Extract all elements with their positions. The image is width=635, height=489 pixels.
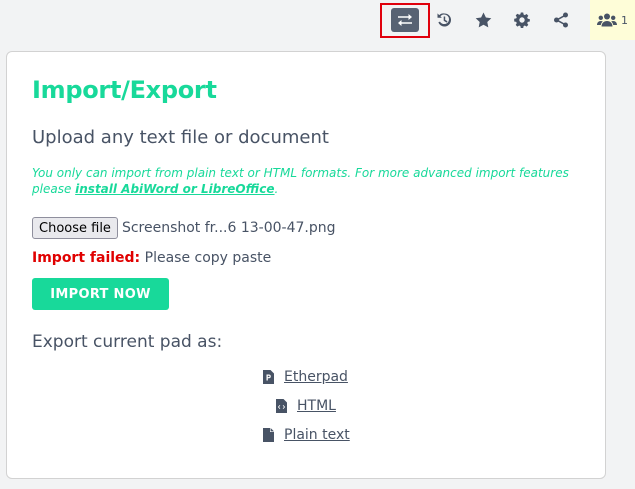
export-plain-text[interactable]: Plain text	[263, 427, 350, 443]
toolbar: 1	[0, 0, 635, 42]
import-failed-message: Please copy paste	[144, 250, 272, 266]
selected-file-name: Screenshot fr...6 13-00-47.png	[121, 220, 336, 236]
star-button[interactable]	[469, 6, 497, 34]
user-count: 1	[621, 13, 628, 27]
panel-title: Import/Export	[32, 76, 217, 104]
file-input: Choose file Screenshot fr...6 13-00-47.p…	[32, 217, 336, 239]
choose-file-button[interactable]: Choose file	[32, 217, 118, 239]
import-status: Import failed: Please copy paste	[32, 250, 271, 266]
upload-heading: Upload any text file or document	[32, 127, 329, 148]
export-etherpad[interactable]: Etherpad	[263, 369, 348, 385]
export-html-label[interactable]: HTML	[297, 398, 336, 414]
gear-icon	[514, 12, 530, 28]
import-export-panel: Import/Export Upload any text file or do…	[6, 51, 606, 479]
import-failed-label: Import failed:	[32, 250, 141, 266]
users-icon	[597, 13, 617, 27]
share-button[interactable]	[547, 6, 575, 34]
settings-button[interactable]	[508, 6, 536, 34]
text-file-icon	[263, 428, 274, 442]
install-abiword-link[interactable]: install AbiWord or LibreOffice	[75, 182, 274, 196]
etherpad-file-icon	[263, 370, 274, 384]
share-icon	[554, 12, 568, 28]
swap-arrows-icon	[398, 14, 412, 26]
import-note: You only can import from plain text or H…	[32, 165, 592, 197]
import-note-end: .	[274, 182, 279, 196]
import-now-button[interactable]: IMPORT NOW	[32, 278, 169, 310]
star-icon	[475, 12, 491, 28]
export-heading: Export current pad as:	[32, 332, 223, 352]
code-file-icon	[276, 399, 287, 413]
export-html[interactable]: HTML	[276, 398, 336, 414]
history-button[interactable]	[430, 6, 458, 34]
users-button[interactable]: 1	[590, 0, 635, 40]
export-plain-text-label[interactable]: Plain text	[284, 427, 350, 443]
export-etherpad-label[interactable]: Etherpad	[284, 369, 348, 385]
import-export-button[interactable]	[391, 8, 419, 32]
history-icon	[437, 13, 452, 27]
